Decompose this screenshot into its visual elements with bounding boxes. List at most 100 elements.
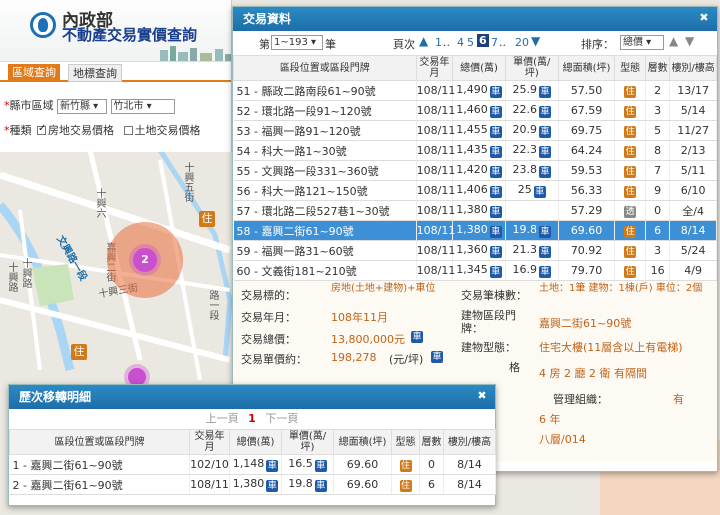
cell-total-price: 1,455 車	[452, 120, 506, 141]
pager-page[interactable]: 7	[491, 36, 498, 49]
cell-unit-price: 22.6 車	[505, 100, 559, 121]
house-price-checkbox[interactable]	[37, 123, 46, 135]
table-row[interactable]: 56 - 科大一路121~150號 108/11 1,406 車 25 車 56.33 住 9 6…	[233, 180, 717, 201]
col-type[interactable]: 型態	[614, 55, 646, 81]
building-type-icon: 住	[624, 86, 637, 98]
table-row[interactable]: 1 - 嘉興二街61~90號 102/10 1,148 車 16.5 車 69.60 住 0 8/…	[9, 454, 496, 475]
cell-area: 69.75	[558, 120, 616, 141]
trade-toolbar: 第 1~193 ▾ 筆 頁次 ▲ 1 .. 4 5 6 7 .. 20 ▼ 排序…	[233, 31, 717, 55]
sort-asc-icon[interactable]: ▲	[669, 34, 678, 48]
sort-desc-icon[interactable]: ▼	[685, 34, 694, 48]
building-type-icon: 住	[624, 266, 637, 278]
cell-total-price: 1,148 車	[229, 454, 282, 475]
trade-table-header: 區段位置或區段門牌 交易年月 總價(萬) 單價(萬/坪) 總面積(坪) 型態 層…	[233, 55, 717, 81]
trade-dialog-title: 交易資料	[243, 12, 292, 26]
cell-type: 住	[391, 454, 420, 475]
table-row[interactable]: 53 - 福興一路91~120號 108/11 1,455 車 20.9 車 69.75 住 5…	[233, 120, 717, 141]
pager-page[interactable]: 5	[467, 36, 474, 49]
table-row[interactable]: 60 - 文義街181~210號 108/11 1,345 車 16.9 車 79.70 住 1…	[233, 260, 717, 281]
col-floors[interactable]: 層數	[644, 55, 671, 81]
table-row[interactable]: 57 - 環北路二段527巷1~30號 108/11 1,380 車 57.29 透 0 全/…	[233, 200, 717, 221]
map-residential-icon[interactable]: 住	[199, 211, 215, 227]
col-address[interactable]: 區段位置或區段門牌	[233, 55, 417, 81]
close-icon[interactable]: ✖	[697, 12, 711, 26]
detail-layout-value: 4 房 2 廳 2 衛 有隔間	[539, 367, 647, 380]
page-range-select[interactable]: 1~193 ▾	[271, 35, 323, 50]
cell-floors: 2	[645, 80, 671, 101]
history-next-page[interactable]: 下一頁	[265, 412, 298, 425]
transfer-history-dialog: 歷次移轉明細 ✖ 上一頁 1 下一頁 區段位置或區段門牌 交易年月 總價(萬) …	[8, 384, 496, 506]
col-level[interactable]: 樓別/樓高	[669, 55, 717, 81]
col-area: 總面積(坪)	[333, 429, 392, 455]
type-label: 種類	[9, 124, 32, 137]
detail-target-label: 交易標的：	[241, 289, 296, 302]
pager-first-icon[interactable]: ▲	[419, 34, 428, 48]
cell-address: 56 - 科大一路121~150號	[233, 180, 417, 201]
map-residential-icon[interactable]: 住	[71, 344, 87, 360]
cell-total-price: 1,380 車	[452, 220, 506, 241]
land-price-checkbox[interactable]	[123, 126, 133, 135]
col-trade-month[interactable]: 交易年月	[415, 55, 454, 81]
parking-icon: 車	[489, 126, 502, 138]
pager-page[interactable]: 4	[457, 36, 464, 49]
cell-unit-price: 20.9 車	[505, 120, 559, 141]
district-select[interactable]: 竹北市 ▾	[110, 99, 175, 114]
cluster-marker[interactable]: 2	[133, 248, 157, 272]
history-prev-page[interactable]: 上一頁	[206, 412, 239, 425]
col-unit-price: 單價(萬/坪)	[281, 429, 334, 455]
cell-floors: 3	[645, 100, 671, 121]
sort-label: 排序：	[581, 38, 614, 51]
map-road-label: 十興路	[20, 258, 31, 288]
history-pager: 上一頁 1 下一頁	[9, 409, 495, 429]
building-type-icon: 住	[624, 126, 637, 138]
cell-level: 8/14	[669, 220, 717, 241]
sort-select[interactable]: 總價 ▾	[620, 35, 664, 50]
table-row[interactable]: 58 - 嘉興二街61~90號 108/11 1,380 車 19.8 車 69.60 住 6 8…	[233, 220, 717, 241]
building-type-icon: 住	[624, 186, 637, 198]
pager-page[interactable]: 1	[435, 36, 442, 49]
parking-icon: 車	[489, 86, 502, 98]
cell-trade-month: 102/10	[189, 454, 230, 475]
cell-total-price: 1,380 車	[452, 200, 506, 221]
cell-address: 58 - 嘉興二街61~90號	[233, 220, 417, 241]
parking-icon: 車	[539, 246, 552, 258]
pager-page[interactable]: 20	[515, 36, 529, 49]
table-row[interactable]: 55 - 文興路一段331~360號 108/11 1,420 車 23.8 車 59.53…	[233, 160, 717, 181]
col-area[interactable]: 總面積(坪)	[557, 55, 616, 81]
cell-level: 4/9	[669, 260, 717, 281]
pager-last-icon[interactable]: ▼	[531, 34, 540, 48]
cell-unit-price: 22.3 車	[505, 140, 559, 161]
cell-type: 住	[614, 220, 646, 241]
cell-address: 54 - 科大一路1~30號	[233, 140, 417, 161]
county-select[interactable]: 新竹縣 ▾	[57, 99, 107, 114]
cell-type: 住	[391, 474, 420, 495]
cell-level: 全/4	[669, 200, 717, 221]
building-type-icon: 住	[624, 106, 637, 118]
table-row[interactable]: 51 - 縣政二路南段61~90號 108/11 1,490 車 25.9 車 57.50 住…	[233, 80, 717, 101]
cell-type: 透	[614, 200, 646, 221]
parking-icon[interactable]: 車	[431, 351, 443, 363]
cell-total-price: 1,360 車	[452, 240, 506, 261]
cell-level: 2/13	[669, 140, 717, 161]
cell-trade-month: 108/11	[416, 100, 455, 121]
close-icon[interactable]: ✖	[475, 390, 489, 404]
detail-age-value: 6 年	[539, 413, 561, 426]
tab-landmark-search[interactable]: 地標查詢	[68, 64, 122, 82]
tab-area-search[interactable]: 區域查詢	[8, 64, 60, 82]
parking-icon: 車	[533, 186, 546, 198]
detail-count-label: 交易筆棟數：	[461, 289, 527, 302]
cell-trade-month: 108/11	[416, 160, 455, 181]
table-row[interactable]: 52 - 環北路一段91~120號 108/11 1,460 車 22.6 車 67.59 住…	[233, 100, 717, 121]
col-total-price[interactable]: 總價(萬)	[452, 55, 506, 81]
table-row[interactable]: 54 - 科大一路1~30號 108/11 1,435 車 22.3 車 64.24 住 8 2/…	[233, 140, 717, 161]
table-row[interactable]: 59 - 福興一路31~60號 108/11 1,360 車 21.3 車 70.92 住 3 5…	[233, 240, 717, 261]
building-type-icon: 住	[624, 166, 637, 178]
cell-floors: 0	[645, 200, 671, 221]
col-address: 區段位置或區段門牌	[9, 429, 190, 455]
cell-trade-month: 108/11	[416, 260, 455, 281]
parking-icon[interactable]: 車	[411, 331, 423, 343]
table-row[interactable]: 2 - 嘉興二街61~90號 108/11 1,380 車 19.8 車 69.60 住 6 8/…	[9, 474, 496, 495]
pager-current-page[interactable]: 6	[477, 34, 489, 47]
parking-icon: 車	[539, 126, 552, 138]
col-unit-price[interactable]: 單價(萬/坪)	[504, 55, 559, 81]
